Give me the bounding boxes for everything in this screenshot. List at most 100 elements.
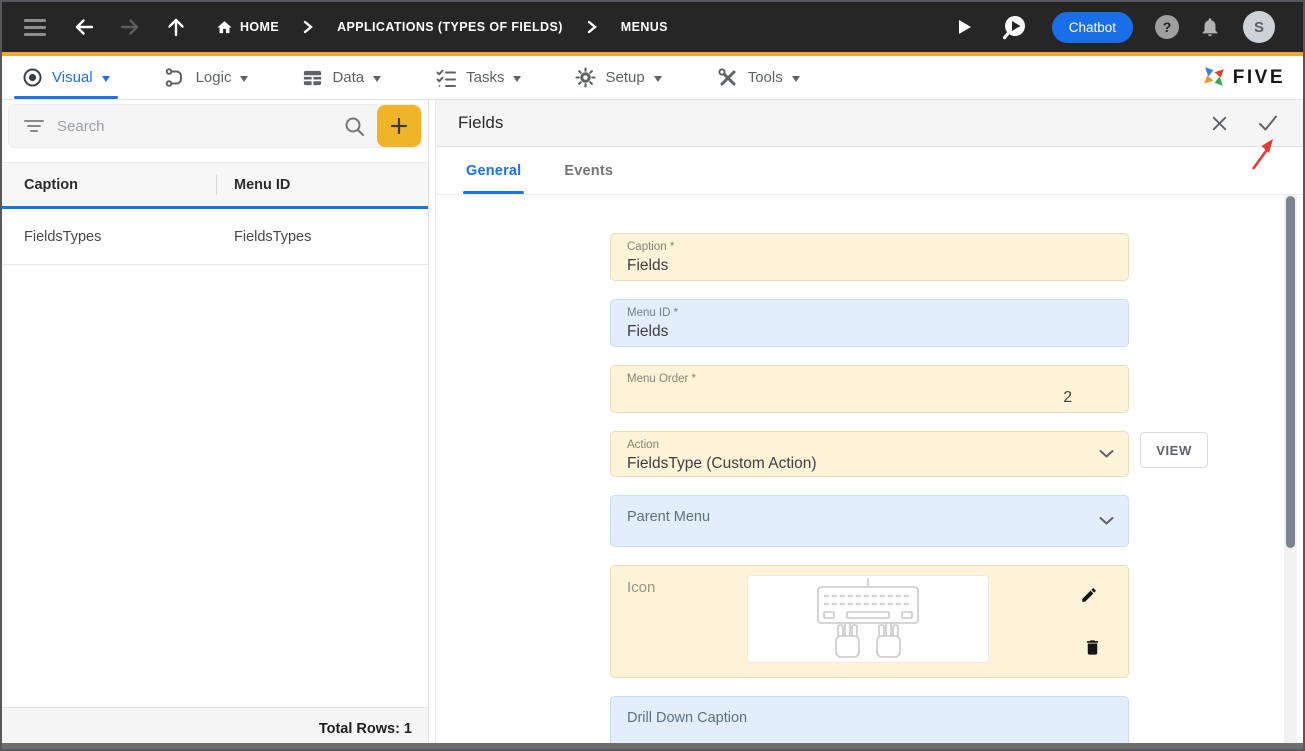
menu-icon[interactable] [24,18,46,36]
chevron-down-icon[interactable] [1099,450,1114,459]
parent-menu-field[interactable]: Parent Menu [610,495,1129,547]
list-column-headers: Caption Menu ID [2,162,428,209]
column-header-caption[interactable]: Caption [2,177,216,193]
toolbar-menu-label: Visual [52,69,93,86]
form-scroll-area: Caption * Fields Menu ID * Fields Menu O… [436,195,1303,749]
topbar-actions: Chatbot ? S [953,11,1275,43]
trash-icon[interactable] [1083,638,1102,657]
magnifier-icon[interactable] [344,116,365,137]
icon-preview-box [747,575,989,663]
horizontal-scrollbar-thumb[interactable] [2,743,1303,749]
pencil-icon[interactable] [1080,586,1098,604]
brand-text: FIVE [1232,66,1285,88]
breadcrumb-label: MENUS [620,20,668,34]
breadcrumb-label: HOME [240,20,280,34]
menus-list-panel: Caption Menu ID FieldsTypes FieldsTypes … [2,100,429,749]
caret-down-icon [513,75,522,82]
toolbar-menu-label: Setup [605,69,645,86]
chevron-right-icon [303,20,313,34]
menu-order-field[interactable]: Menu Order * 2 [610,365,1129,413]
caret-down-icon [791,75,800,82]
run-preview-icon[interactable] [1001,14,1028,41]
field-label: Parent Menu [627,509,711,525]
check-icon[interactable] [1257,112,1279,134]
caret-down-icon [373,75,382,82]
toolbar-menu-label: Tasks [466,69,505,86]
action-field[interactable]: Action FieldsType (Custom Action) VIEW [610,431,1208,477]
five-logo-icon [1201,64,1228,91]
list-empty-area [2,265,428,707]
toolbar-menu-tasks[interactable]: Tasks [435,56,522,99]
toolbar-menu-data[interactable]: Data [302,56,382,99]
tasks-icon [435,67,457,89]
field-label: Action [627,439,659,451]
list-item-fieldstypes[interactable]: FieldsTypes FieldsTypes [2,209,428,265]
breadcrumb-applications[interactable]: APPLICATIONS (TYPES OF FIELDS) [337,20,563,34]
keyboard-icon [817,578,919,658]
form-tabs: General Events [436,147,1303,195]
breadcrumb-home[interactable]: HOME [216,19,279,36]
up-arrow-icon[interactable] [164,15,188,39]
icon-field[interactable]: Icon [610,565,1129,678]
record-edit-panel: Fields General Events Caption * Fields M… [435,100,1303,749]
breadcrumb-menus[interactable]: MENUS [621,20,668,34]
plus-icon [389,116,409,136]
chatbot-button[interactable]: Chatbot [1051,11,1133,43]
column-header-menu-id[interactable]: Menu ID [217,177,290,193]
drill-down-caption-field[interactable]: Drill Down Caption [610,696,1129,748]
search-input[interactable] [57,117,336,135]
back-arrow-icon[interactable] [72,15,96,39]
caption-field[interactable]: Caption * Fields [610,233,1129,281]
total-rows-label: Total Rows: 1 [318,720,412,737]
field-value: Fields [627,257,669,274]
breadcrumb-label: APPLICATIONS (TYPES OF FIELDS) [337,20,563,34]
add-menu-button[interactable] [377,105,421,147]
close-icon[interactable] [1210,114,1229,133]
form-fields: Caption * Fields Menu ID * Fields Menu O… [610,233,1208,748]
caret-down-icon [101,75,110,82]
avatar-initial: S [1253,18,1264,36]
tab-general[interactable]: General [463,147,525,194]
play-icon[interactable] [953,16,975,38]
filter-icon[interactable] [23,117,45,135]
bell-icon[interactable] [1199,16,1221,38]
main-toolbar: Visual Logic Data Tasks Setup Tools FIVE [2,56,1303,100]
forward-arrow-icon[interactable] [118,15,142,39]
row-menu-id-cell: FieldsTypes [234,228,312,245]
help-icon[interactable]: ? [1155,15,1179,39]
vertical-scrollbar-track[interactable] [1284,195,1297,749]
search-bar [8,104,422,148]
field-label: Menu Order * [627,373,697,385]
field-value: FieldsType (Custom Action) [627,455,817,472]
field-label: Caption * [627,241,675,253]
toolbar-menu-label: Tools [747,69,783,86]
five-logo: FIVE [1201,56,1285,99]
toolbar-menu-visual[interactable]: Visual [14,56,118,99]
caret-down-icon [653,75,662,82]
setup-icon [575,67,597,88]
toolbar-menu-logic[interactable]: Logic [164,56,249,99]
logic-icon [164,66,187,89]
field-value: 2 [1063,389,1072,406]
chevron-down-icon[interactable] [1099,517,1114,526]
toolbar-menu-label: Logic [195,69,232,86]
panel-header: Fields [436,100,1303,147]
field-label: Menu ID * [627,307,679,319]
toolbar-menu-tools[interactable]: Tools [716,56,800,99]
tab-events[interactable]: Events [561,147,616,194]
chevron-right-icon [587,20,597,34]
row-caption-cell: FieldsTypes [24,228,102,245]
field-label: Drill Down Caption [627,710,748,726]
data-icon [302,67,323,88]
avatar[interactable]: S [1243,11,1275,43]
home-icon [216,19,233,36]
app-window: HOME APPLICATIONS (TYPES OF FIELDS) MENU… [0,0,1305,751]
view-action-button[interactable]: VIEW [1140,432,1208,468]
caret-down-icon [240,75,249,82]
vertical-scrollbar-thumb[interactable] [1286,196,1295,548]
toolbar-menu-setup[interactable]: Setup [575,56,662,99]
top-navigation-bar: HOME APPLICATIONS (TYPES OF FIELDS) MENU… [2,2,1303,52]
menu-id-field[interactable]: Menu ID * Fields [610,299,1129,347]
toolbar-menu-label: Data [332,69,365,86]
visual-icon [22,67,43,88]
